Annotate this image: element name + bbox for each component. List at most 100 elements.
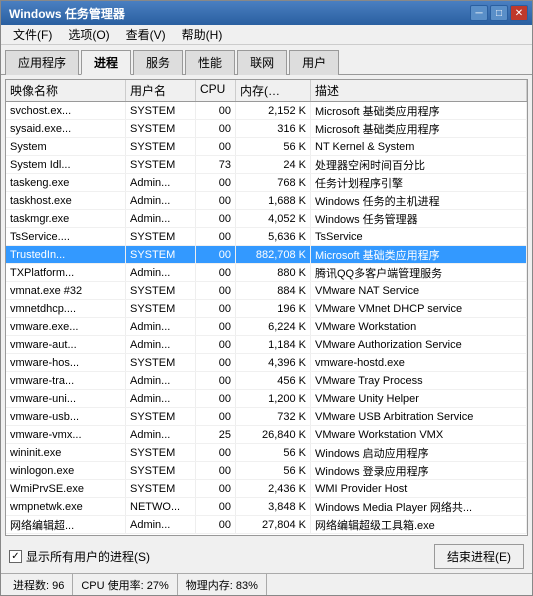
table-cell: Admin...: [126, 318, 196, 335]
table-cell: 00: [196, 228, 236, 245]
tab-applications[interactable]: 应用程序: [5, 50, 79, 75]
table-cell: 00: [196, 480, 236, 497]
table-cell: 00: [196, 390, 236, 407]
table-row[interactable]: taskeng.exeAdmin...00768 K任务计划程序引擎: [6, 174, 527, 192]
col-header-name[interactable]: 映像名称: [6, 80, 126, 101]
minimize-button[interactable]: ─: [470, 5, 488, 21]
table-row[interactable]: TrustedIn...SYSTEM00882,708 KMicrosoft 基…: [6, 246, 527, 264]
table-row[interactable]: winlogon.exeSYSTEM0056 KWindows 登录应用程序: [6, 462, 527, 480]
table-cell: Microsoft 基础类应用程序: [311, 102, 527, 119]
table-cell: System: [6, 138, 126, 155]
table-row[interactable]: vmnat.exe #32SYSTEM00884 KVMware NAT Ser…: [6, 282, 527, 300]
table-cell: 00: [196, 138, 236, 155]
table-cell: 00: [196, 408, 236, 425]
table-cell: vmware-hostd.exe: [311, 354, 527, 371]
tab-performance[interactable]: 性能: [185, 50, 235, 75]
table-cell: 732 K: [236, 408, 311, 425]
show-all-users-checkbox[interactable]: ✓: [9, 550, 22, 563]
table-cell: VMware VMnet DHCP service: [311, 300, 527, 317]
table-cell: 56 K: [236, 444, 311, 461]
table-row[interactable]: vmnetdhcp....SYSTEM00196 KVMware VMnet D…: [6, 300, 527, 318]
table-row[interactable]: vmware-usb...SYSTEM00732 KVMware USB Arb…: [6, 408, 527, 426]
cpu-usage-status: CPU 使用率: 27%: [73, 574, 177, 595]
table-cell: 25: [196, 426, 236, 443]
table-cell: VMware Unity Helper: [311, 390, 527, 407]
table-cell: Admin...: [126, 516, 196, 533]
table-row[interactable]: System Idl...SYSTEM7324 K处理器空闲时间百分比: [6, 156, 527, 174]
menu-file[interactable]: 文件(F): [5, 25, 60, 44]
table-cell: 处理器空闲时间百分比: [311, 156, 527, 173]
maximize-button[interactable]: □: [490, 5, 508, 21]
table-cell: vmware-aut...: [6, 336, 126, 353]
process-count-status: 进程数: 96: [5, 574, 73, 595]
table-row[interactable]: taskhost.exeAdmin...001,688 KWindows 任务的…: [6, 192, 527, 210]
table-cell: SYSTEM: [126, 156, 196, 173]
table-cell: 26,840 K: [236, 426, 311, 443]
table-cell: svchost.ex...: [6, 102, 126, 119]
table-row[interactable]: vmware-tra...Admin...00456 KVMware Tray …: [6, 372, 527, 390]
table: 映像名称 用户名 CPU 内存(… 描述 svchost.ex...SYSTEM…: [6, 80, 527, 535]
table-cell: 1,184 K: [236, 336, 311, 353]
tab-networking[interactable]: 联网: [237, 50, 287, 75]
table-row[interactable]: vmware-aut...Admin...001,184 KVMware Aut…: [6, 336, 527, 354]
table-cell: 56 K: [236, 138, 311, 155]
table-cell: VMware NAT Service: [311, 282, 527, 299]
table-cell: 456 K: [236, 372, 311, 389]
table-row[interactable]: 网络编辑超...Admin...0027,804 K网络编辑超级工具箱.exe: [6, 516, 527, 534]
table-cell: Windows 启动应用程序: [311, 444, 527, 461]
table-cell: vmnat.exe #32: [6, 282, 126, 299]
menu-view[interactable]: 查看(V): [118, 25, 174, 44]
col-header-cpu[interactable]: CPU: [196, 80, 236, 101]
table-cell: 00: [196, 120, 236, 137]
table-cell: 56 K: [236, 462, 311, 479]
table-cell: taskeng.exe: [6, 174, 126, 191]
title-bar-buttons: ─ □ ✕: [470, 5, 528, 21]
table-row[interactable]: vmware-uni...Admin...001,200 KVMware Uni…: [6, 390, 527, 408]
table-cell: 00: [196, 444, 236, 461]
menu-options[interactable]: 选项(O): [60, 25, 117, 44]
table-row[interactable]: WmiPrvSE.exeSYSTEM002,436 KWMI Provider …: [6, 480, 527, 498]
table-row[interactable]: sysaid.exe...SYSTEM00316 KMicrosoft 基础类应…: [6, 120, 527, 138]
table-row[interactable]: TXPlatform...Admin...00880 K腾讯QQ多客户端管理服务: [6, 264, 527, 282]
table-row[interactable]: svchost.ex...SYSTEM002,152 KMicrosoft 基础…: [6, 102, 527, 120]
table-cell: SYSTEM: [126, 354, 196, 371]
menu-help[interactable]: 帮助(H): [174, 25, 231, 44]
table-row[interactable]: wininit.exeSYSTEM0056 KWindows 启动应用程序: [6, 444, 527, 462]
table-cell: 任务计划程序引擎: [311, 174, 527, 191]
table-cell: 腾讯QQ多客户端管理服务: [311, 264, 527, 281]
table-cell: 24 K: [236, 156, 311, 173]
tab-services[interactable]: 服务: [133, 50, 183, 75]
table-cell: 00: [196, 354, 236, 371]
tab-processes[interactable]: 进程: [81, 50, 131, 75]
table-row[interactable]: TsService....SYSTEM005,636 KTsService: [6, 228, 527, 246]
table-cell: WmiPrvSE.exe: [6, 480, 126, 497]
tab-users[interactable]: 用户: [289, 50, 339, 75]
table-cell: 4,052 K: [236, 210, 311, 227]
table-cell: Admin...: [126, 390, 196, 407]
end-process-button[interactable]: 结束进程(E): [434, 544, 524, 569]
table-cell: 网络编辑超...: [6, 516, 126, 533]
show-all-users-area: ✓ 显示所有用户的进程(S): [9, 548, 150, 565]
table-row[interactable]: vmware.exe...Admin...006,224 KVMware Wor…: [6, 318, 527, 336]
table-cell: Microsoft 基础类应用程序: [311, 246, 527, 263]
table-cell: 1,200 K: [236, 390, 311, 407]
table-cell: VMware Workstation: [311, 318, 527, 335]
col-header-mem[interactable]: 内存(…: [236, 80, 311, 101]
table-cell: vmware.exe...: [6, 318, 126, 335]
close-button[interactable]: ✕: [510, 5, 528, 21]
table-row[interactable]: taskmgr.exeAdmin...004,052 KWindows 任务管理…: [6, 210, 527, 228]
table-cell: 网络编辑超级工具箱.exe: [311, 516, 527, 533]
table-cell: 00: [196, 174, 236, 191]
table-row[interactable]: vmware-vmx...Admin...2526,840 KVMware Wo…: [6, 426, 527, 444]
table-cell: vmware-tra...: [6, 372, 126, 389]
col-header-user[interactable]: 用户名: [126, 80, 196, 101]
table-row[interactable]: wmpnetwk.exeNETWO...003,848 KWindows Med…: [6, 498, 527, 516]
table-body: svchost.ex...SYSTEM002,152 KMicrosoft 基础…: [6, 102, 527, 535]
table-row[interactable]: vmware-hos...SYSTEM004,396 Kvmware-hostd…: [6, 354, 527, 372]
table-cell: 00: [196, 498, 236, 515]
table-cell: Admin...: [126, 192, 196, 209]
col-header-desc[interactable]: 描述: [311, 80, 527, 101]
main-window: Windows 任务管理器 ─ □ ✕ 文件(F) 选项(O) 查看(V) 帮助…: [0, 0, 533, 596]
table-row[interactable]: SystemSYSTEM0056 KNT Kernel & System: [6, 138, 527, 156]
table-cell: TXPlatform...: [6, 264, 126, 281]
